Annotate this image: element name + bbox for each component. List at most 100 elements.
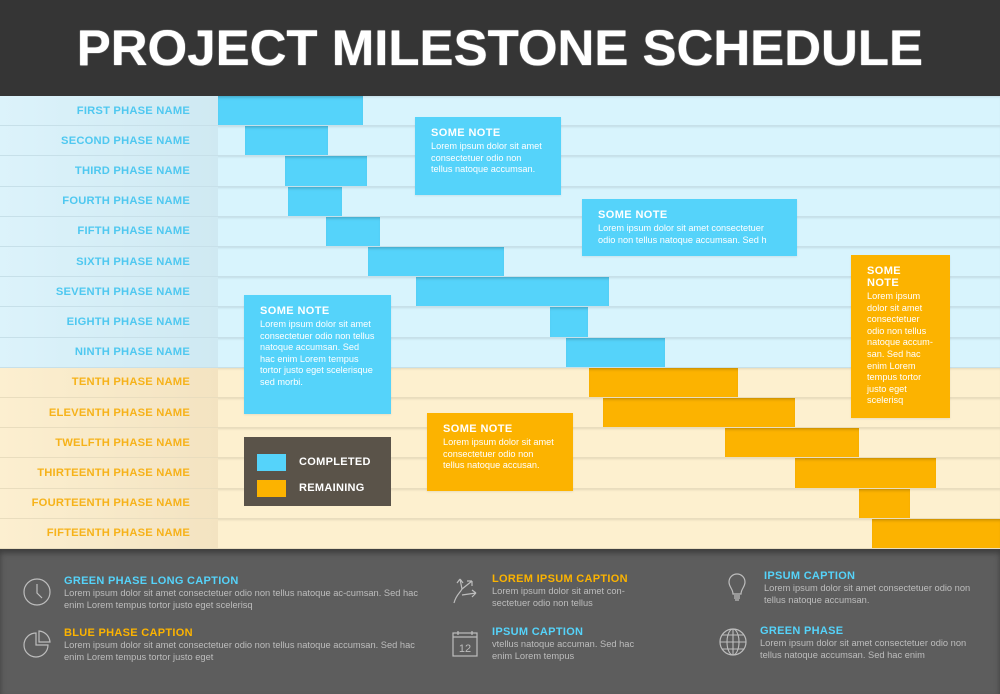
legend-item-completed: COMPLETED: [257, 449, 391, 475]
phase-label-cell: FIFTEENTH PHASE NAME: [0, 518, 218, 548]
note-box: SOME NOTE Lorem ipsum dolor sit amet con…: [582, 199, 797, 256]
caption-text: Lorem ipsum dolor sit amet con-sectetuer…: [492, 586, 625, 608]
legend-swatch-remaining: [257, 479, 286, 497]
phase-label-cell: FIFTH PHASE NAME: [0, 216, 218, 246]
note-text: Lorem ipsum dolor sit amet consectetuer …: [598, 223, 767, 245]
phase-label-cell: FOURTH PHASE NAME: [0, 186, 218, 216]
note-title: SOME NOTE: [260, 305, 330, 317]
note-text: Lorem ipsum dolor sit amet consectetuer …: [443, 437, 554, 471]
legend-label: REMAINING: [299, 482, 365, 494]
phase-row: EIGHTH PHASE NAME: [0, 307, 1000, 338]
phase-bar-completed: [368, 247, 505, 277]
caption-item: GREEN PHASE Lorem ipsum dolor sit amet c…: [718, 625, 983, 662]
phase-bar-remaining: [724, 428, 860, 458]
caption-text: Lorem ipsum dolor sit amet consectetuer …: [64, 588, 418, 610]
phase-bar-remaining: [871, 518, 1000, 548]
note-box: SOME NOTE Lorem ipsum dolor sit amet con…: [851, 255, 950, 418]
caption-text: Lorem ipsum dolor sit amet consectetuer …: [64, 640, 415, 662]
phase-bar-completed: [288, 186, 343, 216]
phase-label: SECOND PHASE NAME: [61, 134, 190, 147]
caption-item: 12 IPSUM CAPTION vtellus natoque accuman…: [450, 626, 650, 663]
caption-text: Lorem ipsum dolor sit amet consectetuer …: [764, 583, 971, 605]
phase-label: SIXTH PHASE NAME: [76, 255, 190, 268]
phase-label-cell: THIRTEENTH PHASE NAME: [0, 458, 218, 488]
caption-title: BLUE PHASE CAPTION: [64, 627, 193, 639]
phase-label-cell: EIGHTH PHASE NAME: [0, 307, 218, 337]
calendar-icon: 12: [452, 631, 478, 657]
caption-item: LOREM IPSUM CAPTION Lorem ipsum dolor si…: [450, 573, 650, 610]
phase-bar-completed: [245, 126, 329, 156]
phase-label: SEVENTH PHASE NAME: [55, 285, 190, 298]
caption-text: Lorem ipsum dolor sit amet consectetuer …: [760, 638, 967, 660]
caption-item: GREEN PHASE LONG CAPTION Lorem ipsum dol…: [22, 575, 422, 612]
phase-label-cell: SIXTH PHASE NAME: [0, 247, 218, 277]
footer-captions: GREEN PHASE LONG CAPTION Lorem ipsum dol…: [0, 549, 1000, 694]
phase-bar-remaining: [588, 367, 739, 397]
caption-text: vtellus natoque accuman. Sed hac enim Lo…: [492, 639, 635, 661]
caption-title: IPSUM CAPTION: [764, 570, 856, 582]
phase-label: ELEVENTH PHASE NAME: [48, 406, 190, 419]
diverging-arrows-icon: [453, 578, 477, 604]
phase-label-cell: ELEVENTH PHASE NAME: [0, 398, 218, 428]
phase-label: NINTH PHASE NAME: [74, 346, 190, 359]
phase-label: FIFTEENTH PHASE NAME: [46, 527, 190, 540]
note-title: SOME NOTE: [443, 423, 513, 435]
phase-label-cell: TENTH PHASE NAME: [0, 367, 218, 397]
phase-bar-completed: [565, 337, 666, 367]
phase-row: FIFTEENTH PHASE NAME: [0, 518, 1000, 549]
note-title: SOME NOTE: [867, 265, 901, 289]
phase-bar-remaining: [795, 458, 936, 488]
phase-bar-completed: [415, 277, 609, 307]
clock-icon: [23, 578, 51, 606]
phase-row: TENTH PHASE NAME: [0, 367, 1000, 398]
phase-row: FOURTEENTH PHASE NAME: [0, 488, 1000, 519]
caption-title: LOREM IPSUM CAPTION: [492, 573, 628, 585]
phase-label-cell: FOURTEENTH PHASE NAME: [0, 488, 218, 518]
phase-label: FIFTH PHASE NAME: [77, 225, 190, 238]
note-box: SOME NOTE Lorem ipsum dolor sit amet con…: [427, 413, 573, 491]
phase-bar-remaining: [602, 398, 796, 428]
phase-label-cell: TWELFTH PHASE NAME: [0, 428, 218, 458]
phase-label-cell: SECOND PHASE NAME: [0, 126, 218, 156]
note-text: Lorem ipsum dolor sit amet consectetuer …: [260, 319, 375, 387]
legend-swatch-completed: [257, 453, 286, 471]
lightbulb-icon: [728, 573, 746, 601]
phase-bar-completed: [218, 96, 363, 126]
phase-label-cell: NINTH PHASE NAME: [0, 337, 218, 367]
note-box: SOME NOTE Lorem ipsum dolor sit amet con…: [415, 117, 561, 195]
phase-row: FIFTH PHASE NAME: [0, 216, 1000, 247]
caption-title: GREEN PHASE: [760, 625, 844, 637]
phase-bar-remaining: [859, 488, 911, 518]
phase-row: SIXTH PHASE NAME: [0, 247, 1000, 278]
calendar-icon-number: 12: [459, 643, 471, 655]
legend-label: COMPLETED: [299, 456, 371, 468]
note-box: SOME NOTE Lorem ipsum dolor sit amet con…: [244, 295, 391, 414]
pie-chart-icon: [23, 630, 51, 658]
legend-item-remaining: REMAINING: [257, 475, 391, 501]
phase-label: FOURTH PHASE NAME: [62, 195, 190, 208]
globe-icon: [719, 628, 747, 656]
gantt-chart: FIRST PHASE NAME SECOND PHASE NAME THIRD P…: [0, 96, 1000, 549]
note-title: SOME NOTE: [431, 127, 501, 139]
note-text: Lorem ipsum dolor sit amet consectetuer …: [867, 291, 933, 406]
caption-title: GREEN PHASE LONG CAPTION: [64, 575, 239, 587]
page-title: PROJECT MILESTONE SCHEDULE: [76, 20, 924, 76]
phase-label: EIGHTH PHASE NAME: [66, 315, 190, 328]
phase-label: FOURTEENTH PHASE NAME: [31, 497, 190, 510]
phase-label-cell: FIRST PHASE NAME: [0, 96, 218, 126]
caption-item: IPSUM CAPTION Lorem ipsum dolor sit amet…: [722, 570, 982, 607]
phase-label-cell: SEVENTH PHASE NAME: [0, 277, 218, 307]
phase-bar-completed: [325, 216, 380, 246]
phase-label: TWELFTH PHASE NAME: [55, 436, 190, 449]
caption-title: IPSUM CAPTION: [492, 626, 584, 638]
phase-bar-completed: [285, 156, 368, 186]
note-text: Lorem ipsum dolor sit amet consectetuer …: [431, 141, 542, 175]
phase-label: TENTH PHASE NAME: [71, 376, 190, 389]
header: PROJECT MILESTONE SCHEDULE: [0, 0, 1000, 96]
phase-label: FIRST PHASE NAME: [76, 104, 190, 117]
caption-item: BLUE PHASE CAPTION Lorem ipsum dolor sit…: [22, 627, 422, 664]
phase-label: THIRTEENTH PHASE NAME: [37, 466, 190, 479]
chart-legend: COMPLETED REMAINING: [244, 437, 391, 506]
phase-label-cell: THIRD PHASE NAME: [0, 156, 218, 186]
note-title: SOME NOTE: [598, 209, 668, 221]
